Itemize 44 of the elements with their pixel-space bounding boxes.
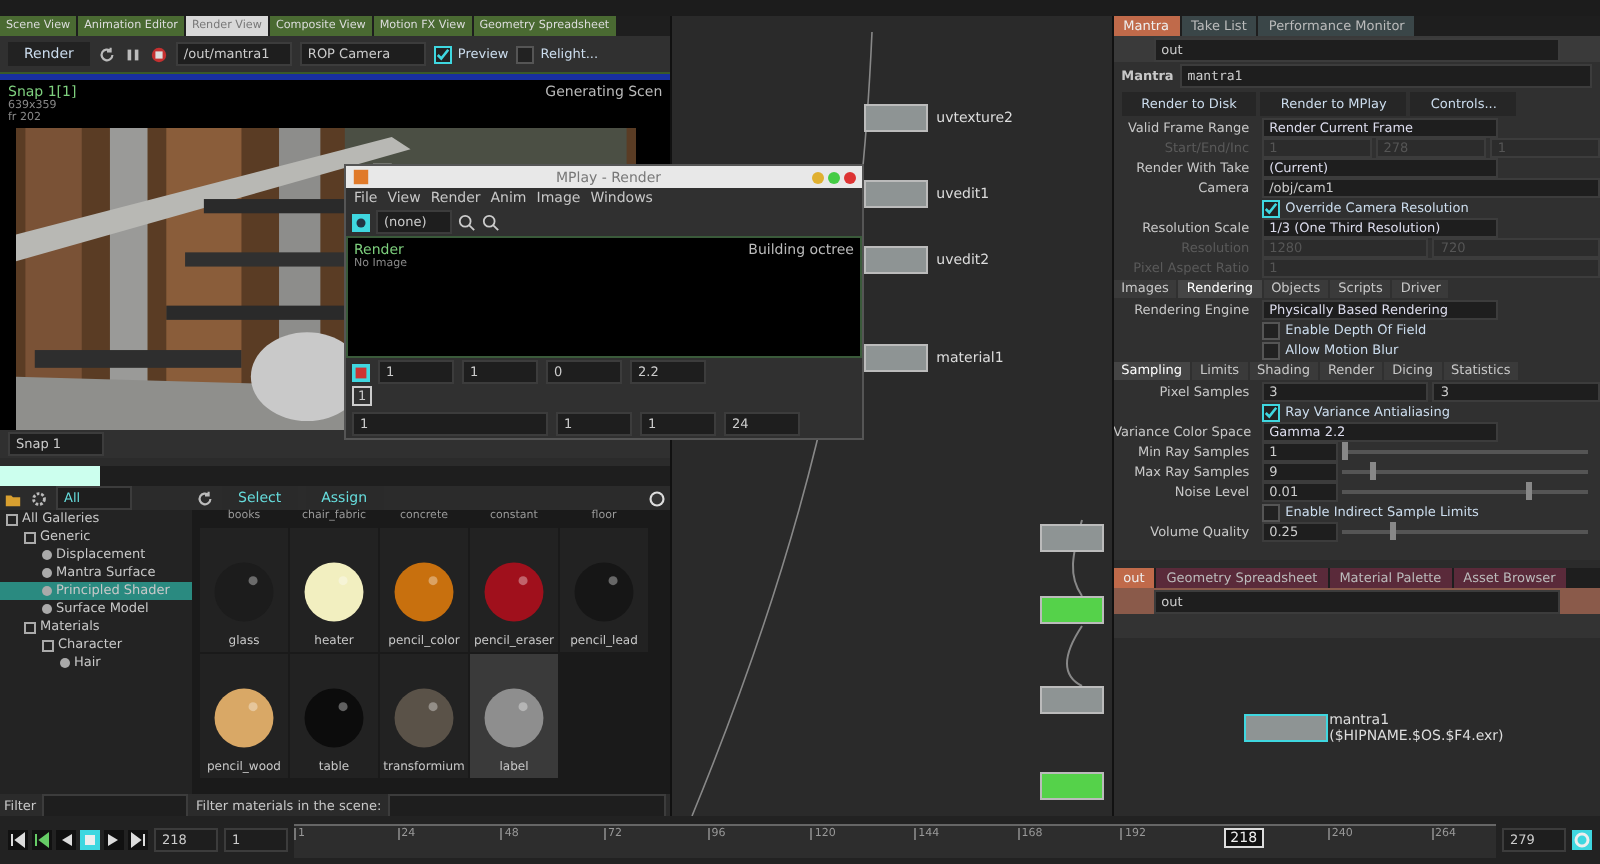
jump-end-icon[interactable] bbox=[128, 830, 148, 850]
network-node[interactable] bbox=[864, 344, 929, 372]
eye-icon[interactable] bbox=[352, 213, 370, 231]
play-reverse-icon[interactable] bbox=[56, 830, 76, 850]
sphere-icon bbox=[480, 684, 548, 752]
refresh-icon[interactable] bbox=[196, 489, 214, 507]
close-button[interactable] bbox=[844, 171, 856, 183]
sphere-icon bbox=[480, 558, 548, 626]
sphere-icon bbox=[570, 558, 638, 626]
network-node[interactable] bbox=[1040, 686, 1105, 714]
check-icon bbox=[1263, 201, 1278, 215]
network-node[interactable] bbox=[864, 246, 929, 274]
refresh-icon[interactable] bbox=[97, 45, 116, 63]
sphere-icon bbox=[210, 558, 278, 626]
sphere-icon bbox=[210, 684, 278, 752]
network-node[interactable] bbox=[1040, 524, 1105, 552]
network-node[interactable] bbox=[864, 104, 929, 132]
network-node[interactable] bbox=[864, 180, 929, 208]
zoom-in-icon[interactable] bbox=[458, 213, 476, 231]
pause-icon[interactable] bbox=[123, 45, 142, 63]
network-node[interactable] bbox=[1040, 772, 1105, 800]
settings-icon[interactable] bbox=[30, 489, 48, 507]
filter-field[interactable] bbox=[42, 793, 188, 817]
slider-handle[interactable] bbox=[1341, 442, 1348, 460]
network-node[interactable] bbox=[1243, 713, 1328, 741]
network-node[interactable] bbox=[1040, 596, 1105, 624]
sphere-icon bbox=[390, 558, 458, 626]
zoom-out-icon[interactable] bbox=[482, 213, 500, 231]
slider-handle[interactable] bbox=[1390, 522, 1397, 540]
sphere-icon bbox=[390, 684, 458, 752]
color-channels-icon[interactable] bbox=[352, 363, 370, 381]
scene-filter-field[interactable] bbox=[387, 793, 667, 817]
check-icon bbox=[435, 47, 450, 61]
step-back-icon[interactable] bbox=[32, 830, 52, 850]
app-icon bbox=[352, 168, 370, 186]
slider-handle[interactable] bbox=[1370, 462, 1377, 480]
sphere-icon bbox=[300, 558, 368, 626]
jump-start-icon[interactable] bbox=[8, 830, 28, 850]
stop-icon[interactable] bbox=[149, 45, 168, 63]
check-icon bbox=[1263, 405, 1278, 419]
slider-handle[interactable] bbox=[1526, 482, 1533, 500]
play-icon[interactable] bbox=[104, 830, 124, 850]
sphere-icon bbox=[300, 684, 368, 752]
help-icon[interactable] bbox=[648, 489, 667, 507]
